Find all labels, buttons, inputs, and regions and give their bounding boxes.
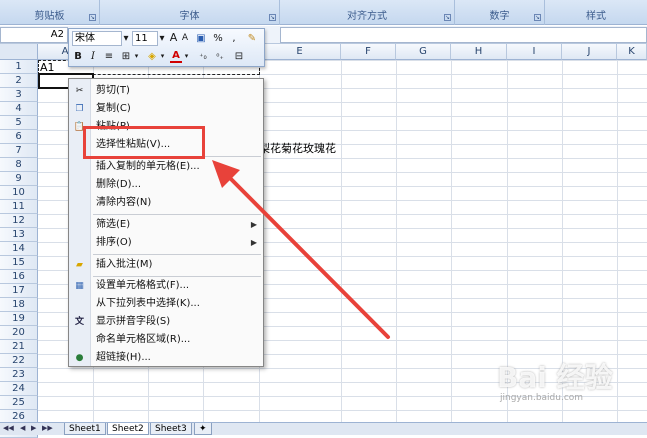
first-sheet-icon[interactable]: ◀◀ bbox=[3, 424, 14, 432]
next-sheet-icon[interactable]: ▶ bbox=[31, 424, 36, 432]
sheet-tab-sheet3[interactable]: Sheet3 bbox=[150, 423, 192, 435]
arrow-shaft bbox=[222, 170, 390, 339]
prev-sheet-icon[interactable]: ◀ bbox=[20, 424, 25, 432]
sheet-tab-sheet1[interactable]: Sheet1 bbox=[64, 423, 106, 435]
watermark-url: jingyan.baidu.com bbox=[500, 393, 584, 403]
sheet-tab-sheet2[interactable]: Sheet2 bbox=[107, 423, 149, 435]
sheet-tab-bar: ◀◀ ◀ ▶ ▶▶ Sheet1 Sheet2 Sheet3 ✦ bbox=[0, 422, 647, 435]
watermark-logo: Bai 经验 bbox=[497, 361, 613, 394]
last-sheet-icon[interactable]: ▶▶ bbox=[42, 424, 53, 432]
insert-sheet-icon[interactable]: ✦ bbox=[194, 423, 212, 435]
